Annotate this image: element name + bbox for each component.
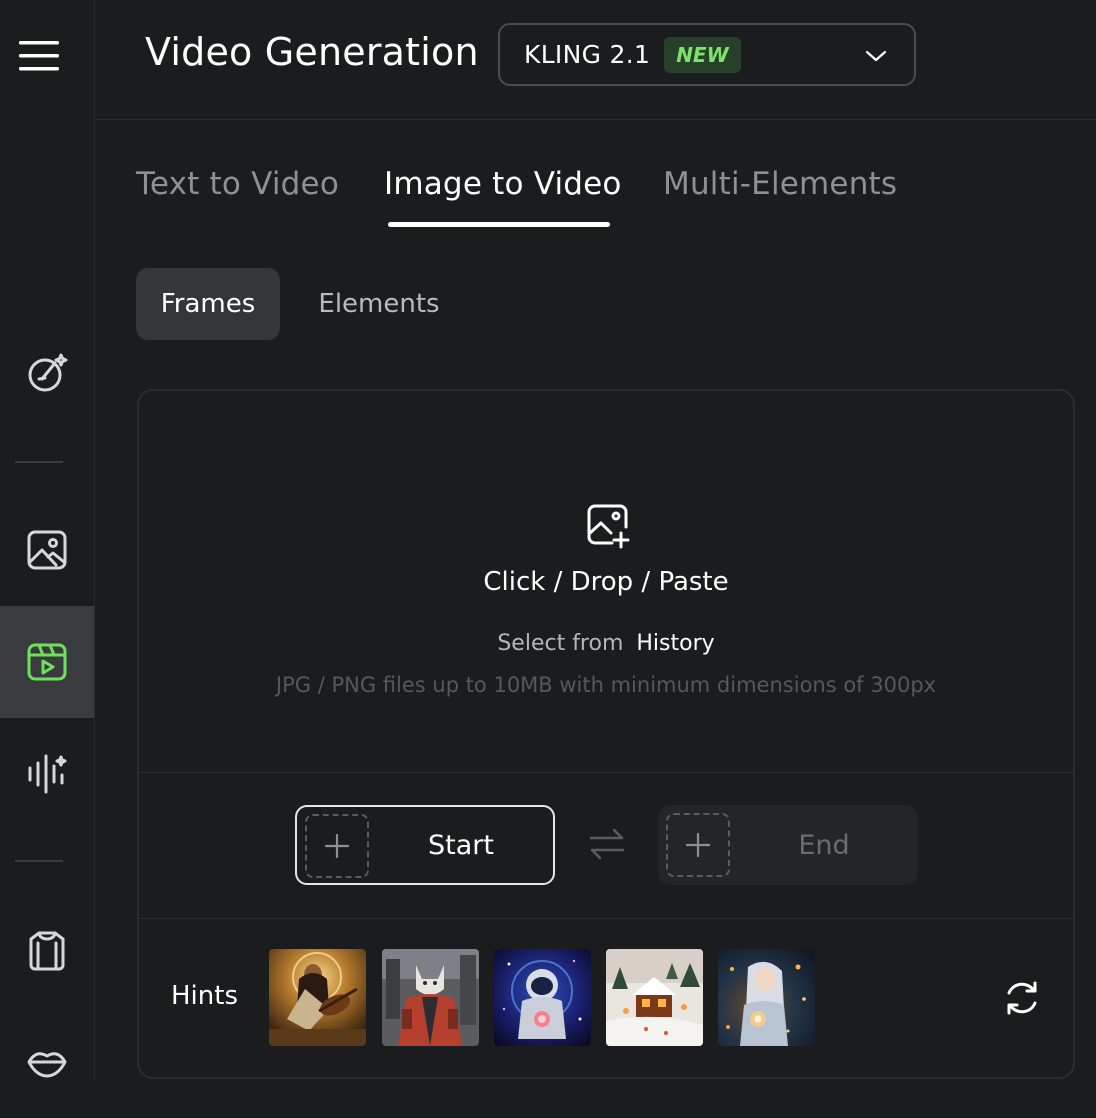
hint-thumbnail-woman-lute[interactable] bbox=[269, 949, 366, 1046]
image-icon bbox=[27, 530, 67, 570]
history-line: Select from History bbox=[139, 631, 1073, 656]
hint-thumbnail-cat-jacket[interactable] bbox=[382, 949, 479, 1046]
audio-wave-icon bbox=[28, 754, 67, 794]
sidebar-item-ai-tools[interactable] bbox=[0, 317, 94, 429]
hints-label: Hints bbox=[171, 981, 238, 1011]
upload-dropzone[interactable]: Click / Drop / Paste Select from History… bbox=[139, 391, 1073, 771]
sidebar-item-lip-sync[interactable] bbox=[0, 1006, 94, 1118]
history-link[interactable]: History bbox=[636, 631, 714, 656]
end-frame-button[interactable]: End bbox=[658, 805, 918, 885]
panel-divider bbox=[139, 772, 1073, 773]
shirt-icon bbox=[29, 931, 65, 971]
swap-frames-icon[interactable] bbox=[589, 827, 625, 861]
subtab-frames[interactable]: Frames bbox=[136, 268, 280, 340]
sidebar-divider bbox=[15, 860, 63, 862]
end-frame-label: End bbox=[798, 829, 850, 861]
chevron-down-icon bbox=[865, 50, 887, 62]
menu-button[interactable] bbox=[0, 0, 78, 112]
hint-thumbnail-astronaut[interactable] bbox=[494, 949, 591, 1046]
sidebar-item-video[interactable] bbox=[0, 606, 94, 718]
model-name: KLING 2.1 bbox=[524, 40, 651, 69]
sidebar-item-audio[interactable] bbox=[0, 718, 94, 830]
upload-panel: Click / Drop / Paste Select from History… bbox=[137, 389, 1075, 1079]
active-tab-indicator bbox=[388, 222, 610, 227]
lips-icon bbox=[27, 1052, 67, 1078]
sidebar bbox=[0, 0, 95, 1080]
header: Video Generation KLING 2.1 NEW bbox=[96, 0, 1096, 120]
image-upload-icon bbox=[587, 504, 630, 549]
history-prefix: Select from bbox=[497, 631, 624, 656]
sidebar-divider bbox=[15, 461, 63, 463]
magic-brush-icon bbox=[28, 353, 68, 392]
video-clip-icon bbox=[27, 643, 67, 681]
upload-instruction: Click / Drop / Paste bbox=[483, 567, 729, 597]
end-frame-slot bbox=[666, 813, 730, 877]
tab-text-to-video[interactable]: Text to Video bbox=[136, 166, 339, 202]
panel-divider bbox=[139, 918, 1073, 919]
refresh-hints-icon[interactable] bbox=[1003, 979, 1041, 1017]
tab-multi-elements[interactable]: Multi-Elements bbox=[663, 166, 897, 202]
page-title: Video Generation bbox=[145, 30, 479, 74]
new-badge: NEW bbox=[664, 36, 741, 73]
plus-icon bbox=[685, 832, 711, 858]
subtab-elements[interactable]: Elements bbox=[300, 268, 458, 340]
model-selector[interactable]: KLING 2.1 NEW bbox=[498, 23, 916, 86]
start-frame-label: Start bbox=[428, 829, 494, 861]
hint-thumbnail-girl-sparks[interactable] bbox=[718, 949, 815, 1046]
file-requirements: JPG / PNG files up to 10MB with minimum … bbox=[275, 673, 937, 697]
sidebar-item-try-on[interactable] bbox=[0, 894, 94, 1006]
plus-icon bbox=[324, 833, 350, 859]
sidebar-item-image[interactable] bbox=[0, 494, 94, 606]
start-frame-button[interactable]: Start bbox=[295, 805, 555, 885]
menu-icon bbox=[19, 41, 59, 71]
start-frame-slot bbox=[305, 814, 369, 878]
tab-image-to-video[interactable]: Image to Video bbox=[384, 166, 622, 202]
hint-thumbnail-snowy-cabin[interactable] bbox=[606, 949, 703, 1046]
